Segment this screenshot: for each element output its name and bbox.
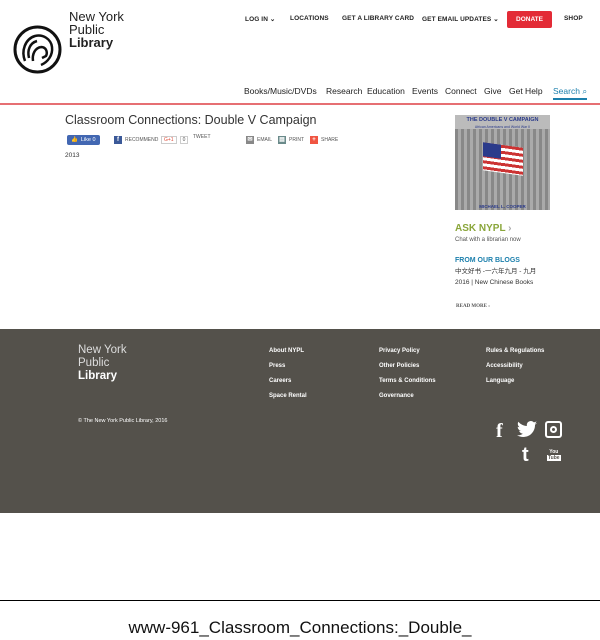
facebook-like-button[interactable]: 👍 Like 0: [67, 135, 100, 145]
tweet-button[interactable]: TWEET: [193, 134, 211, 140]
book-title: THE DOUBLE V CAMPAIGN: [455, 115, 550, 125]
shop-link[interactable]: SHOP: [564, 15, 583, 22]
logo-line3: Library: [69, 35, 114, 50]
facebook-icon: f: [114, 136, 122, 144]
caption-divider: [0, 600, 600, 601]
footer-link-press[interactable]: Press: [269, 363, 285, 369]
nypl-lion-logo[interactable]: [13, 25, 62, 74]
print-button[interactable]: ▤ PRINT: [278, 136, 304, 144]
footer-link-governance[interactable]: Governance: [379, 393, 414, 399]
article-year: 2013: [65, 152, 80, 159]
tumblr-icon[interactable]: t: [522, 444, 529, 467]
footer-link-rules[interactable]: Rules & Regulations: [486, 348, 544, 354]
footer-link-language[interactable]: Language: [486, 378, 514, 384]
nav-events[interactable]: Events: [412, 86, 438, 96]
footer-logo[interactable]: New York Public Library: [78, 344, 127, 383]
print-icon: ▤: [278, 136, 286, 144]
gplus-button[interactable]: G+1 0: [161, 136, 189, 144]
share-button[interactable]: + SHARE: [310, 136, 338, 144]
donate-button[interactable]: DONATE: [507, 11, 552, 28]
page-title: Classroom Connections: Double V Campaign: [65, 113, 317, 127]
read-more-link[interactable]: READ MORE ›: [456, 304, 490, 309]
footer-link-privacy[interactable]: Privacy Policy: [379, 348, 420, 354]
library-card-link[interactable]: GET A LIBRARY CARD: [342, 15, 414, 22]
logo-text[interactable]: New York Public Library: [69, 10, 124, 49]
nav-education[interactable]: Education: [367, 86, 405, 96]
plus-icon: +: [310, 136, 318, 144]
footer-logo-line3: Library: [78, 370, 117, 382]
book-author: MICHAEL L. COOPER: [479, 204, 526, 209]
blogs-heading: FROM OUR BLOGS: [455, 257, 520, 264]
nav-connect[interactable]: Connect: [445, 86, 477, 96]
twitter-icon[interactable]: [517, 421, 537, 442]
footer-link-careers[interactable]: Careers: [269, 378, 291, 384]
email-icon: ✉: [246, 136, 254, 144]
header-divider: [0, 103, 600, 105]
nav-get-help[interactable]: Get Help: [509, 86, 543, 96]
screenshot-caption: www-961_Classroom_Connections:_Double_: [128, 618, 472, 637]
ask-nypl-subtitle: Chat with a librarian now: [455, 237, 521, 243]
search-icon: ⌕: [582, 86, 588, 96]
email-button[interactable]: ✉ EMAIL: [246, 136, 272, 144]
recommend-button[interactable]: f RECOMMEND: [114, 136, 158, 144]
nav-books[interactable]: Books/Music/DVDs: [244, 86, 317, 96]
login-link[interactable]: LOG IN ⌄: [245, 15, 275, 23]
nav-give[interactable]: Give: [484, 86, 501, 96]
footer-link-accessibility[interactable]: Accessibility: [486, 363, 523, 369]
email-updates-link[interactable]: GET EMAIL UPDATES ⌄: [422, 15, 499, 23]
footer-link-terms[interactable]: Terms & Conditions: [379, 378, 436, 384]
book-subtitle: African Americans and World War II: [455, 125, 550, 129]
footer-logo-line2: Public: [78, 357, 110, 369]
instagram-icon[interactable]: [545, 421, 562, 438]
ask-nypl-link[interactable]: ASK NYPL ›: [455, 223, 512, 234]
nav-research[interactable]: Research: [326, 86, 362, 96]
facebook-icon[interactable]: f: [496, 420, 503, 443]
youtube-icon[interactable]: You Tube: [547, 449, 561, 461]
search-button[interactable]: Search ⌕: [553, 86, 588, 100]
footer-link-about[interactable]: About NYPL: [269, 348, 304, 354]
book-cover-image[interactable]: THE DOUBLE V CAMPAIGN African Americans …: [455, 115, 550, 210]
footer-link-other-policies[interactable]: Other Policies: [379, 363, 419, 369]
blog-post-link[interactable]: 中文好书 -一六年九月 - 九月 2016 | New Chinese Book…: [455, 267, 540, 288]
footer-logo-line1: New York: [78, 344, 127, 356]
footer-link-space-rental[interactable]: Space Rental: [269, 393, 307, 399]
flag-image: [483, 142, 523, 176]
copyright: © The New York Public Library, 2016: [78, 418, 168, 424]
locations-link[interactable]: LOCATIONS: [290, 15, 329, 22]
thumbs-up-icon: 👍: [71, 137, 78, 143]
